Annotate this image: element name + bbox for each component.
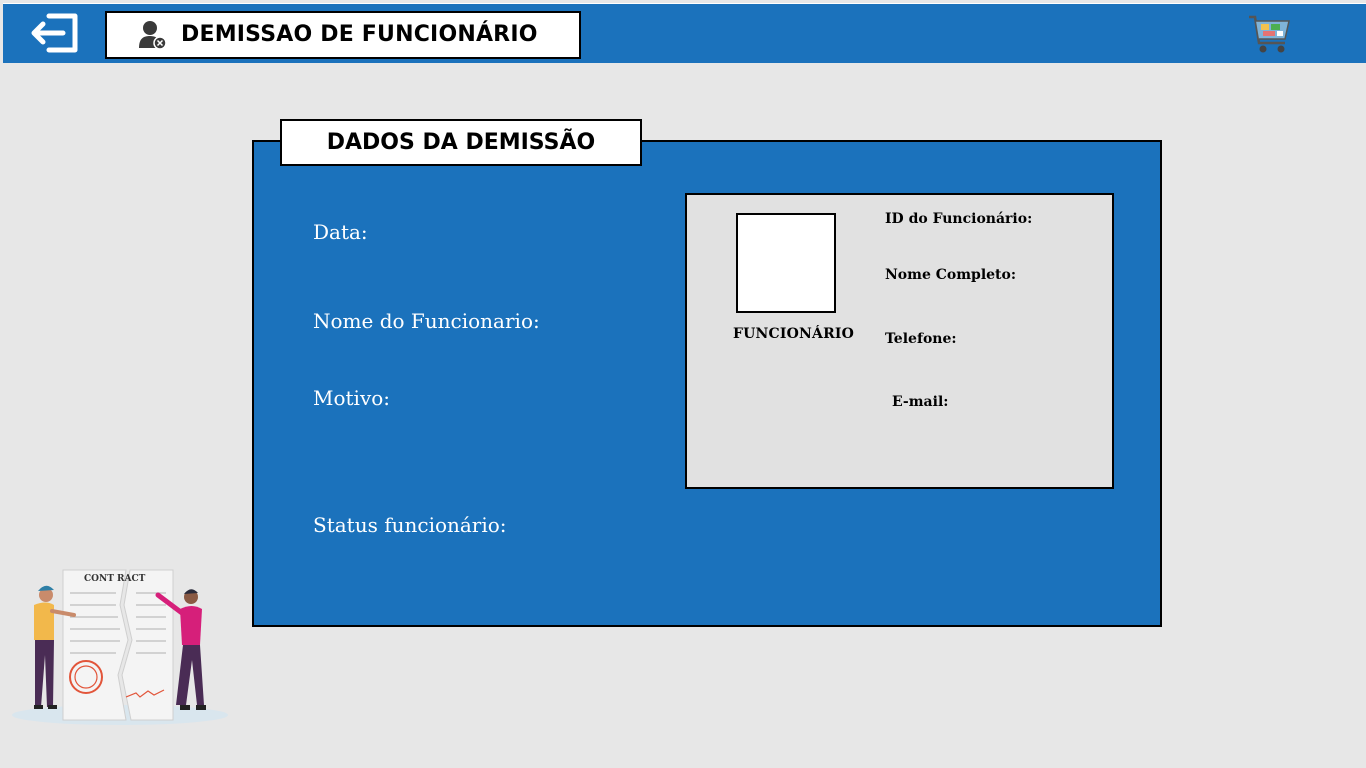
employee-photo-label: FUNCIONÁRIO	[733, 326, 855, 342]
shopping-cart-icon	[1249, 15, 1290, 53]
reason-label: Motivo:	[313, 386, 391, 410]
email-label: E-mail:	[892, 394, 949, 410]
torn-contract-illustration: CONT RACT	[12, 569, 228, 725]
exit-icon	[31, 13, 78, 53]
employee-name-label: Nome do Funcionario:	[313, 309, 540, 333]
exit-button[interactable]	[31, 10, 83, 56]
page-title: DEMISSAO DE FUNCIONÁRIO	[181, 22, 538, 47]
employee-photo	[736, 213, 836, 313]
panel-title-box: DADOS DA DEMISSÃO	[280, 119, 642, 166]
phone-label: Telefone:	[885, 331, 957, 347]
employee-id-label: ID do Funcionário:	[885, 211, 1033, 227]
full-name-label: Nome Completo:	[885, 267, 1017, 283]
employee-status-label: Status funcionário:	[313, 513, 507, 537]
user-remove-icon	[139, 21, 167, 50]
cart-button[interactable]	[1247, 13, 1293, 57]
contract-text: CONT RACT	[84, 574, 146, 584]
date-label: Data:	[313, 220, 368, 244]
page-title-box: DEMISSAO DE FUNCIONÁRIO	[105, 11, 581, 59]
panel-title: DADOS DA DEMISSÃO	[326, 130, 596, 155]
top-bar: DEMISSAO DE FUNCIONÁRIO	[3, 3, 1366, 63]
